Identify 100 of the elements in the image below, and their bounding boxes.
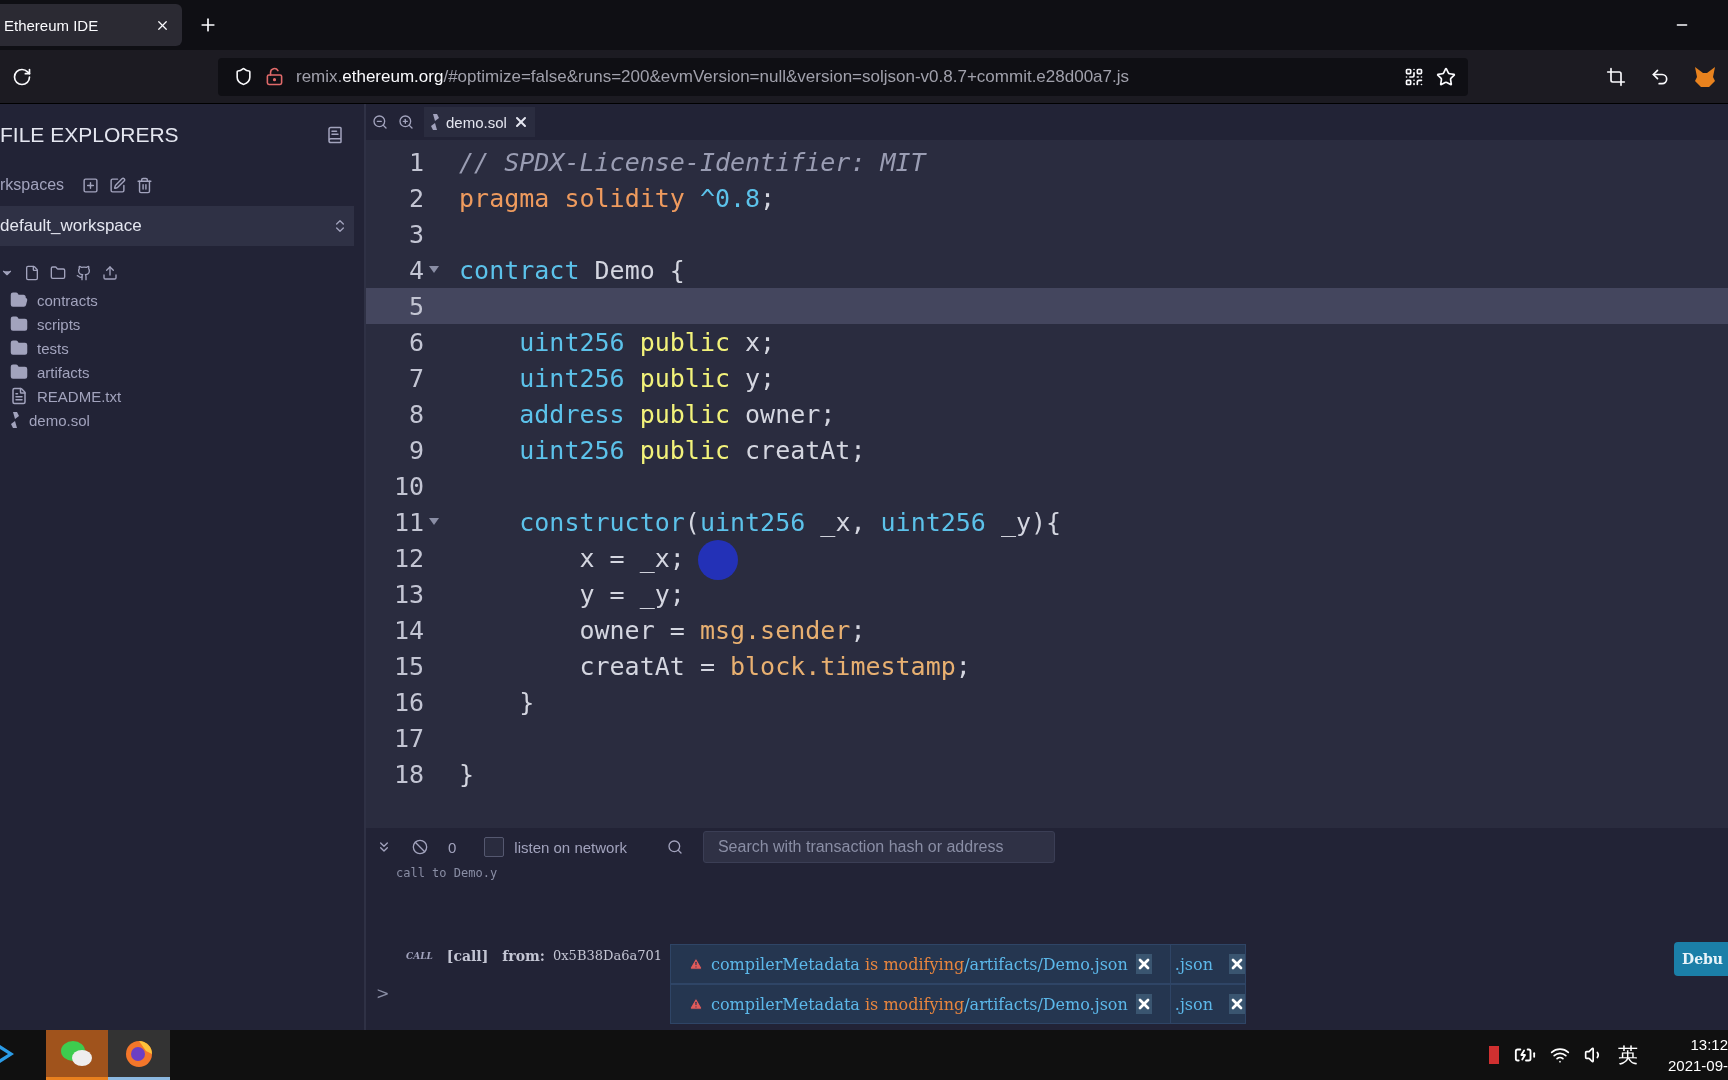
folder-icon	[10, 339, 28, 357]
debug-button[interactable]: Debu	[1674, 942, 1728, 976]
notification-fragment: .json	[1169, 985, 1213, 1023]
workspace-select[interactable]: default_workspace	[0, 206, 354, 246]
fox-icon[interactable]	[1694, 66, 1716, 87]
prompt[interactable]: >	[376, 984, 390, 1003]
code-line: constructor(uint256 _x, uint256 _y){	[519, 507, 1062, 537]
panel-title: FILE EXPLORERS	[0, 123, 179, 147]
line-number: 6	[407, 327, 424, 357]
fold-caret-icon[interactable]	[429, 518, 439, 526]
line-number: 4	[407, 255, 424, 285]
input-method[interactable]: 英	[1618, 1041, 1638, 1069]
address-bar[interactable]: remix.ethereum.org/#optimize=false&runs=200&evmVersion=null&version=soljson-v0.8.7+commit.e28d00a7.js	[218, 57, 1468, 96]
checkbox-label: listen on network	[514, 838, 627, 856]
close-button[interactable]	[1135, 954, 1152, 974]
zoom-in-icon[interactable]	[398, 114, 414, 130]
line-number: 17	[392, 723, 424, 753]
reload-icon[interactable]	[12, 66, 32, 87]
code-line: }	[519, 687, 535, 717]
star-icon[interactable]	[1436, 66, 1456, 87]
zoom-out-icon[interactable]	[372, 114, 388, 130]
file-tree-item[interactable]: contracts	[37, 291, 98, 309]
book-icon[interactable]	[326, 126, 344, 144]
close-button[interactable]	[1229, 954, 1245, 974]
code-line: contract Demo {	[459, 255, 685, 285]
call-type-label: CALL	[406, 951, 433, 961]
line-number: 18	[392, 759, 424, 789]
code-line: }	[459, 759, 475, 789]
text-file-icon	[10, 387, 28, 405]
call-text: [call]	[446, 948, 489, 964]
code-line: uint256 public y;	[519, 363, 776, 393]
workspaces-label: rkspaces	[0, 176, 65, 194]
line-number: 11	[392, 507, 424, 537]
line-number: 9	[407, 435, 424, 465]
clear-icon[interactable]	[412, 839, 428, 855]
clock-time[interactable]: 13:12	[1690, 1036, 1728, 1053]
line-number: 15	[392, 651, 424, 681]
line-number: 16	[392, 687, 424, 717]
folder-icon	[10, 363, 28, 381]
new-file-icon[interactable]	[24, 265, 40, 281]
file-tree-item[interactable]: tests	[37, 339, 69, 357]
cursor-highlight	[698, 540, 738, 580]
crop-icon[interactable]	[1606, 66, 1626, 87]
code-line: y = _y;	[579, 579, 685, 609]
close-button[interactable]	[1135, 994, 1152, 1014]
notification-message: compilerMetadata is modifying/artifacts/Demo.json	[710, 994, 1128, 1014]
line-number: 1	[407, 147, 424, 177]
tray-app-icon[interactable]	[1488, 1045, 1500, 1065]
taskbar-app[interactable]	[108, 1030, 170, 1080]
chat-bubbles-icon	[60, 1038, 94, 1069]
line-number: 10	[392, 471, 424, 501]
clock-date[interactable]: 2021-09-	[1667, 1057, 1728, 1074]
shield-icon	[234, 67, 253, 86]
browser-tab[interactable]: Ethereum IDE	[0, 4, 182, 46]
code-line: // SPDX-License-Identifier: MIT	[459, 147, 926, 177]
log-line: call to Demo.y	[396, 866, 498, 880]
from-label: from:	[502, 948, 545, 964]
code-line: owner = msg.sender;	[579, 615, 866, 645]
code-line: pragma solidity ^0.8;	[459, 183, 776, 213]
checkbox[interactable]	[484, 837, 505, 857]
close-button[interactable]	[1229, 994, 1245, 1014]
file-tree-item[interactable]: scripts	[37, 315, 81, 333]
new-folder-icon[interactable]	[50, 265, 66, 281]
code-line: uint256 public x;	[519, 327, 776, 357]
trash-icon[interactable]	[136, 176, 154, 194]
line-number: 8	[407, 399, 424, 429]
solidity-icon	[430, 114, 440, 130]
folder-icon	[10, 315, 28, 333]
line-number: 7	[407, 363, 424, 393]
file-tree-item[interactable]: artifacts	[37, 363, 90, 381]
fold-caret-icon[interactable]	[429, 266, 439, 274]
browser-globe-icon	[124, 1038, 154, 1069]
file-tree-item[interactable]: demo.sol	[29, 411, 90, 429]
solidity-icon	[10, 412, 20, 428]
line-number: 5	[407, 291, 424, 321]
add-icon[interactable]	[82, 176, 100, 194]
notification-message: compilerMetadata is modifying/artifacts/Demo.json	[710, 954, 1128, 974]
taskbar-app[interactable]	[46, 1030, 108, 1080]
pending-count: 0	[448, 838, 457, 856]
undo-icon[interactable]	[1650, 66, 1670, 87]
open-lock-icon	[265, 67, 284, 86]
line-number: 2	[407, 183, 424, 213]
github-icon[interactable]	[76, 265, 92, 281]
code-line: x = _x;	[579, 543, 685, 573]
search-field[interactable]: Search with transaction hash or address	[702, 831, 1055, 863]
file-tab[interactable]: demo.sol	[424, 107, 535, 137]
line-number: 3	[407, 219, 424, 249]
upload-icon[interactable]	[102, 265, 118, 281]
line-number: 12	[392, 543, 424, 573]
line-number: 14	[392, 615, 424, 645]
code-line: uint256 public creatAt;	[519, 435, 866, 465]
code-line: address public owner;	[519, 399, 836, 429]
code-line: creatAt = block.timestamp;	[579, 651, 971, 681]
wifi-icon[interactable]	[1550, 1045, 1570, 1065]
file-tree-item[interactable]: README.txt	[37, 387, 122, 405]
search-icon[interactable]	[666, 839, 683, 855]
qr-code-icon[interactable]	[1404, 66, 1424, 87]
line-number: 13	[392, 579, 424, 609]
edit-icon[interactable]	[109, 176, 127, 194]
open-folder-icon	[10, 291, 28, 309]
